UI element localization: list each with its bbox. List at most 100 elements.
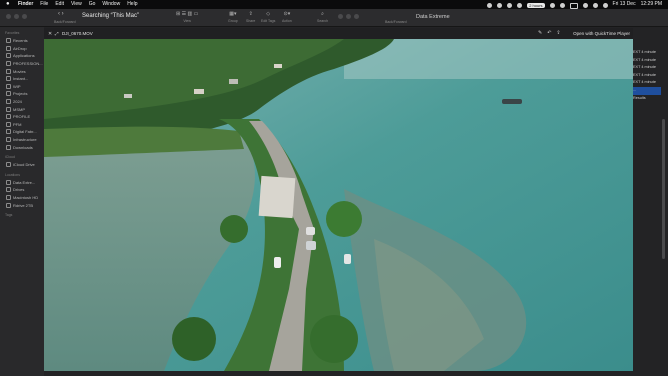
status-app-icon[interactable] [497,3,503,8]
sidebar-item-favorite[interactable]: Infrastructure [0,136,44,144]
back-forward-button[interactable]: ‹ › [58,11,64,17]
sidebar-item-label: Projects [13,91,28,97]
sidebar-item-label: MSMP [13,106,25,112]
folder-icon [6,99,11,105]
icloud-header: iCloud [5,154,15,159]
scrollbar[interactable] [662,119,665,259]
search-icon[interactable] [592,3,598,8]
status-area: 2 hours Fri 13 Dec 12:29 PM [487,0,662,9]
sidebar-item-favorite[interactable]: PFM [0,121,44,129]
zoom-window-icon[interactable] [354,14,359,19]
apple-menu-icon[interactable]: ● [6,0,10,9]
menu-help[interactable]: Help [127,0,137,9]
search-button[interactable]: ⌕ Search [317,11,328,23]
close-window-icon[interactable] [338,14,343,19]
status-app-icon[interactable] [549,3,555,8]
tree-cluster [310,315,358,363]
background-window-title: Data Extreme [416,14,450,20]
sidebar-item-favorite[interactable]: Recents [0,37,44,45]
menu-go[interactable]: Go [89,0,96,9]
house-roof [274,64,282,68]
folder-icon [6,38,11,44]
sidebar-item-label: WIP [13,83,21,89]
fullscreen-icon[interactable]: ⤢ [55,31,59,36]
finder-sidebar: Favorites Recents AirDrop Applications PROF… [0,27,44,376]
file-row[interactable]: EXT 4 minute [633,72,661,80]
sidebar-item-label: PROFILE [13,114,31,120]
sidebar-item-favorite[interactable]: AirDrop [0,45,44,53]
sidebar-item-favorite[interactable]: MSMP [0,105,44,113]
file-row[interactable]: EXT 4 minute [633,57,661,65]
group-button[interactable]: ▦▾ Group [228,11,238,23]
zoom-window-icon[interactable] [22,14,27,19]
action-button[interactable]: ⊙▾ Action [282,11,292,23]
tree-cluster [326,201,362,237]
sidebar-item-location[interactable]: Macintosh HD [0,194,44,202]
status-app-icon[interactable] [507,3,513,8]
share-icon[interactable]: ⇪ [556,30,560,36]
action-icon: ⊙▾ [283,11,291,17]
status-app-icon[interactable] [487,3,493,8]
folder-icon [6,68,11,74]
close-window-icon[interactable] [6,14,11,19]
sidebar-item-icloud[interactable]: iCloud Drive [0,161,44,169]
control-center-icon[interactable] [602,3,608,8]
folder-icon [6,202,11,208]
sidebar-item-location[interactable]: Rdrive 2TB [0,201,44,209]
minimize-window-icon[interactable] [346,14,351,19]
menu-file[interactable]: File [40,0,48,9]
file-row[interactable]: Results [633,95,661,103]
sidebar-item-label: Infrastructure [13,137,37,143]
sidebar-item-location[interactable]: Drives [0,186,44,194]
sidebar-item-favorite[interactable]: PROFESSION... [0,60,44,68]
sidebar-item-favorite[interactable]: Digital Fabr... [0,128,44,136]
sidebar-item-favorite[interactable]: Instant... [0,75,44,83]
sidebar-item-label: Data Extre... [13,179,36,185]
folder-icon [6,114,11,120]
menu-window[interactable]: Window [102,0,120,9]
sidebar-item-favorite[interactable]: 2024 [0,98,44,106]
timer-pill[interactable]: 2 hours [527,3,545,8]
tag-icon: ◇ [266,11,271,17]
file-row[interactable]: EXT 4 minute [633,79,661,87]
close-icon[interactable]: ✕ [48,31,52,37]
folder-icon [6,91,11,97]
markup-icon[interactable]: ✎ [538,30,542,36]
aerial-video-frame[interactable] [44,39,633,371]
menu-finder[interactable]: Finder [18,0,33,9]
sidebar-item-favorite[interactable]: WIP [0,83,44,91]
sidebar-item-location[interactable]: Data Extre... [0,179,44,187]
sidebar-item-label: PROFESSION... [13,61,43,67]
sidebar-item-favorite[interactable]: Downloads [0,143,44,151]
wifi-icon[interactable] [582,3,588,8]
locations-list: Data Extre... Drives Macintosh HD Rdrive 2T… [0,179,44,209]
group-label: Group [228,19,238,23]
file-name: DJI_0670.MOV [62,31,93,36]
view-control[interactable]: ⊞ ☰ ▥ ▭ View [176,11,198,23]
sidebar-item-favorite[interactable]: Movies [0,67,44,75]
sidebar-item-favorite[interactable]: Projects [0,90,44,98]
sidebar-item-label: Digital Fabr... [13,129,37,135]
menubar-date[interactable]: Fri 13 Dec [613,0,636,9]
file-row[interactable]: ... [633,86,661,95]
tree-cluster [220,215,248,243]
status-app-icon[interactable] [559,3,565,8]
file-row[interactable]: EXT 4 minute [633,49,661,57]
menu-view[interactable]: View [71,0,82,9]
search-label: Search [317,19,329,23]
minimize-window-icon[interactable] [14,14,19,19]
icloud-list: iCloud Drive [0,161,44,169]
edit-tags-button[interactable]: ◇ Edit Tags [261,11,275,23]
file-row[interactable]: EXT 4 minute [633,64,661,72]
rotate-icon[interactable]: ↶ [547,30,551,36]
status-app-icon[interactable] [517,3,523,8]
sidebar-item-favorite[interactable]: Applications [0,52,44,60]
menu-edit[interactable]: Edit [55,0,64,9]
open-with-quicktime-button[interactable]: Open with QuickTime Player [573,31,630,36]
sidebar-item-favorite[interactable]: PROFILE [0,113,44,121]
menubar-time[interactable]: 12:29 PM [641,0,662,9]
battery-icon[interactable] [569,2,578,9]
folder-icon [6,83,11,89]
share-button[interactable]: ⇪ Share [246,11,255,23]
favorites-header: Favorites [5,31,20,35]
